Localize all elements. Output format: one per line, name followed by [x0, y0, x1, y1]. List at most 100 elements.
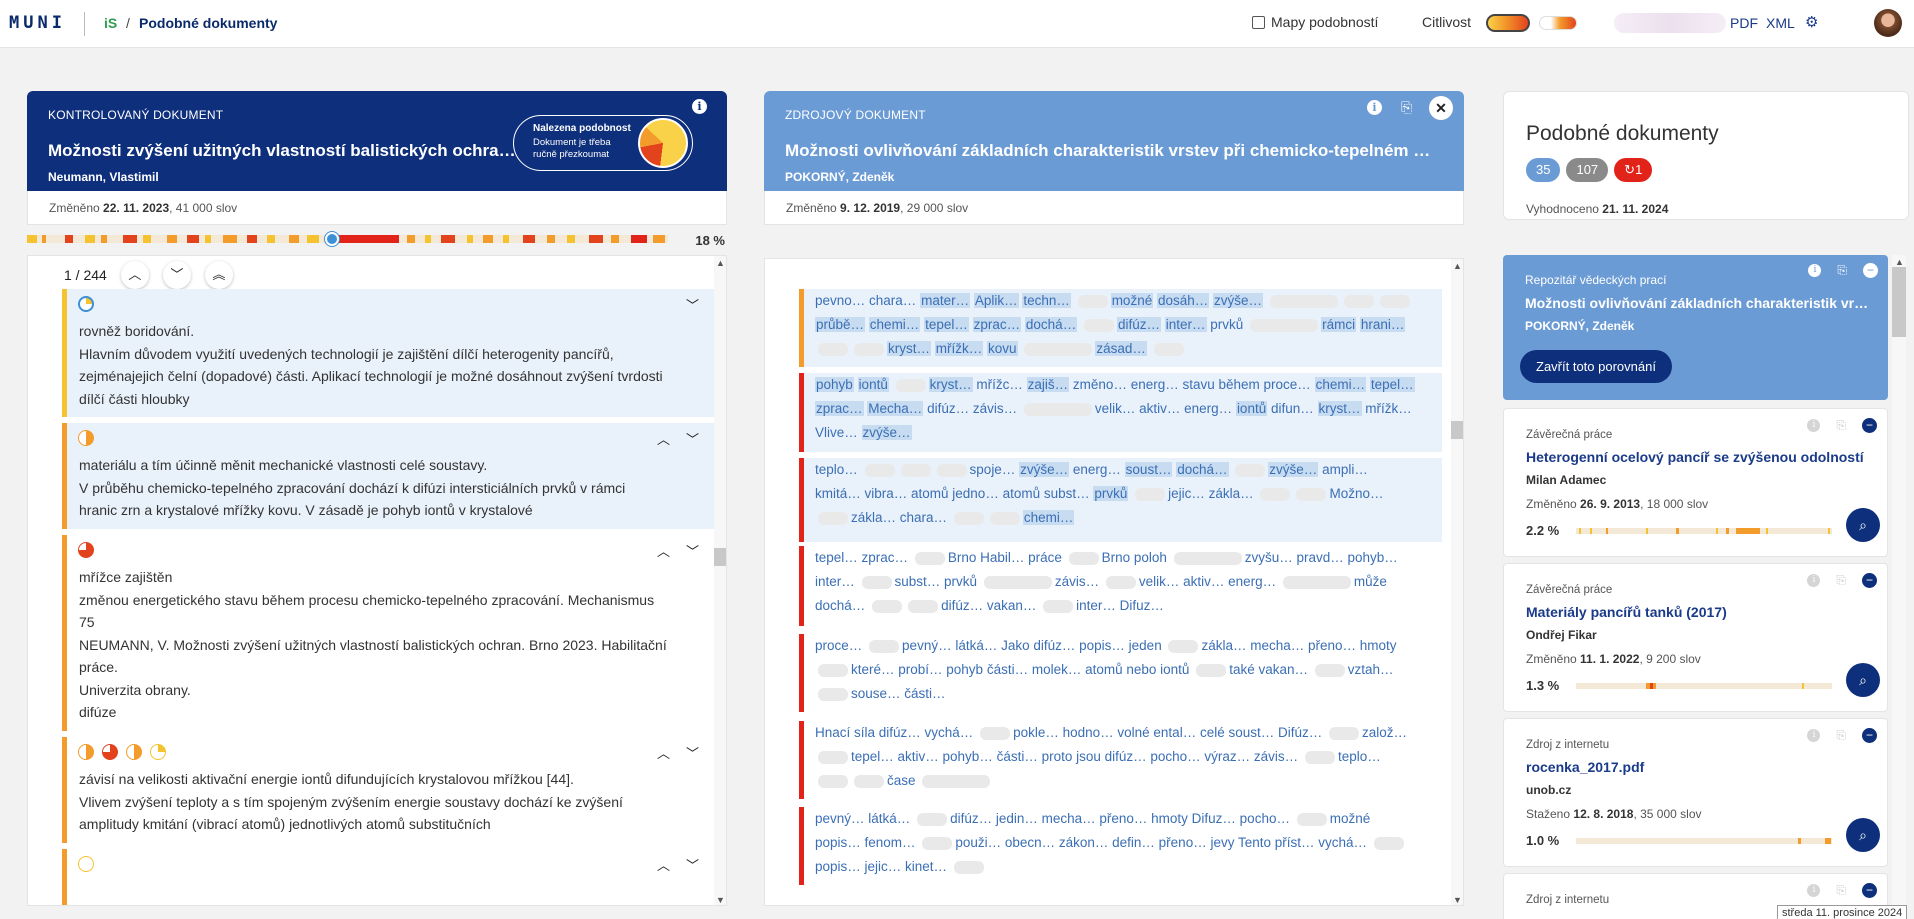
document-compare-icon[interactable]: ⎘ [1401, 99, 1412, 116]
checkbox-icon[interactable] [1252, 15, 1265, 29]
avatar[interactable] [1874, 9, 1902, 37]
chevron-up-icon[interactable]: ︿ [657, 541, 670, 564]
scroll-up-icon[interactable]: ▲ [716, 258, 725, 268]
search-icon[interactable]: ⌕ [1846, 818, 1880, 852]
chevron-up-icon[interactable]: ︿ [657, 743, 670, 766]
minus-icon[interactable]: − [1862, 883, 1877, 898]
count-badge-blue[interactable]: 35 [1526, 158, 1561, 182]
scroll-thumb[interactable] [714, 548, 726, 566]
sensitivity-low-toggle[interactable] [1539, 16, 1577, 30]
document-compare-icon[interactable]: ⎘ [1836, 883, 1846, 898]
similar-document-card[interactable]: Závěrečná práce Heterogenní ocelový panc… [1503, 408, 1888, 557]
matched-segment[interactable]: ︿ ﹀ závisí na velikosti aktivační energie… [62, 737, 715, 843]
repository-title[interactable]: Možnosti ovlivňování základních charakte… [1525, 295, 1870, 311]
is-logo[interactable]: iS [104, 15, 117, 31]
checked-document-content[interactable]: 1 / 244 ︿ ﹀ ︽ ﹀ rovněž boridování. Hlavn… [27, 255, 727, 906]
source-word: Brno poloh [1101, 550, 1167, 565]
matched-segment[interactable]: ︿ ﹀ mřížce zajištěn změnou energetického … [62, 535, 715, 731]
document-title-link[interactable]: rocenka_2017.pdf [1526, 759, 1871, 775]
close-icon[interactable]: ✕ [1429, 96, 1453, 120]
similarity-level-icon[interactable] [78, 430, 94, 446]
matched-segment[interactable]: ︿ ﹀ materiálu a tím účinně měnit mechanic… [62, 423, 715, 529]
info-icon[interactable]: i [1808, 264, 1822, 277]
similarity-level-icon[interactable] [78, 856, 94, 872]
document-compare-icon[interactable]: ⎘ [1836, 573, 1846, 588]
info-icon[interactable]: i [1807, 419, 1821, 432]
scroll-down-icon[interactable]: ▼ [1453, 895, 1462, 905]
matched-word: dosáh… [1156, 293, 1210, 308]
chevron-down-icon[interactable]: ﹀ [686, 855, 699, 878]
search-icon[interactable]: ⌕ [1846, 508, 1880, 542]
top-bar: MUNI iS / Podobné dokumenty Mapy podobno… [0, 0, 1914, 48]
position-knob[interactable] [325, 232, 339, 246]
similarity-heat-strip[interactable] [27, 235, 668, 243]
info-icon[interactable]: i [692, 99, 707, 114]
source-document-content[interactable]: pevno… chara… mater… Aplik… techn… možné… [764, 258, 1464, 906]
scrollbar[interactable]: ▲ ▼ [714, 256, 726, 905]
chevron-up-icon[interactable]: ︿ [657, 429, 670, 452]
source-segment[interactable]: tepel… zprac… Brno Habil… práce Brno pol… [799, 546, 1442, 626]
document-compare-icon[interactable]: ⎘ [1837, 263, 1847, 278]
scroll-thumb[interactable] [1451, 421, 1463, 439]
double-chevron-up-icon[interactable]: ︽ [204, 261, 233, 289]
muni-logo[interactable]: MUNI [9, 13, 66, 33]
document-similarity-strip[interactable]: 18 % [27, 232, 727, 248]
info-icon[interactable]: i [1807, 574, 1821, 587]
document-compare-icon[interactable]: ⎘ [1836, 418, 1846, 433]
pdf-export-link[interactable]: PDF [1730, 15, 1758, 31]
info-icon[interactable]: i [1367, 100, 1382, 115]
source-word: jejic… zákla… [1168, 486, 1254, 501]
document-compare-icon[interactable]: ⎘ [1836, 728, 1846, 743]
matched-segment[interactable]: ﹀ rovněž boridování. Hlavním důvodem vyu… [62, 289, 715, 417]
xml-export-link[interactable]: XML [1766, 15, 1795, 31]
minus-icon[interactable]: − [1862, 728, 1877, 743]
similarity-level-icon[interactable] [102, 744, 118, 760]
gear-icon[interactable]: ⚙ [1805, 13, 1818, 31]
chevron-down-icon[interactable]: ﹀ [686, 429, 699, 452]
source-segment[interactable]: pevný… látká… difúz… jedin… mecha… přeno… [799, 807, 1442, 885]
similarity-level-icon[interactable] [78, 296, 94, 312]
similar-documents-list[interactable]: Repozitář vědeckých prací Možnosti ovliv… [1503, 255, 1909, 919]
info-icon[interactable]: i [1807, 729, 1821, 742]
similar-document-card[interactable]: Zdroj z internetu rocenka_2017.pdf unob.… [1503, 718, 1888, 867]
sensitivity-high-toggle[interactable] [1486, 14, 1530, 32]
info-icon[interactable]: i [1807, 884, 1821, 897]
similarity-maps-toggle[interactable]: Mapy podobností [1252, 14, 1378, 30]
scroll-up-icon[interactable]: ▲ [1895, 257, 1904, 267]
count-badge-red[interactable]: ↻1 [1614, 158, 1653, 182]
chevron-down-icon[interactable]: ﹀ [686, 295, 699, 318]
matched-segment[interactable]: ︿ ﹀ [62, 849, 715, 905]
minus-icon[interactable]: − [1863, 263, 1878, 278]
search-icon[interactable]: ⌕ [1846, 663, 1880, 697]
document-title-link[interactable]: Materiály pancířů tanků (2017) [1526, 604, 1871, 620]
active-comparison-card[interactable]: Repozitář vědeckých prací Možnosti ovliv… [1503, 255, 1888, 400]
chevron-down-icon[interactable]: ﹀ [686, 541, 699, 564]
chevron-up-icon[interactable]: ︿ [120, 261, 149, 289]
source-segment[interactable]: teplo… spoje… zvýše… energ… soust… dochá… [799, 458, 1442, 542]
source-segment[interactable]: Hnací síla difúz… vychá… pokle… hodno… v… [799, 721, 1442, 799]
close-comparison-button[interactable]: Zavřít toto porovnání [1520, 350, 1672, 383]
source-segment[interactable]: pohyb iontů kryst… mřížc… zajiš… změno… … [799, 373, 1442, 452]
chevron-down-icon[interactable]: ﹀ [686, 743, 699, 766]
similarity-level-icon[interactable] [126, 744, 142, 760]
chevron-down-icon[interactable]: ﹀ [162, 261, 191, 289]
similar-document-card[interactable]: Závěrečná práce Materiály pancířů tanků … [1503, 563, 1888, 712]
scrollbar[interactable]: ▲ ▼ [1451, 259, 1463, 905]
source-word: difúz… vakan… [941, 598, 1037, 613]
similarity-found-badge[interactable]: Nalezena podobnost Dokument je třeba ruč… [513, 115, 693, 171]
source-segment[interactable]: proce… pevný… látká… Jako difúz… popis… … [799, 634, 1442, 712]
similarity-level-icon[interactable] [78, 744, 94, 760]
scroll-thumb[interactable] [1892, 267, 1906, 337]
minus-icon[interactable]: − [1862, 573, 1877, 588]
document-title-link[interactable]: Heterogenní ocelový pancíř se zvýšenou o… [1526, 449, 1871, 465]
similarity-level-icon[interactable] [150, 744, 166, 760]
scroll-up-icon[interactable]: ▲ [1453, 261, 1462, 271]
scroll-down-icon[interactable]: ▼ [716, 895, 725, 905]
minus-icon[interactable]: − [1862, 418, 1877, 433]
breadcrumb-current[interactable]: Podobné dokumenty [139, 15, 277, 31]
scrollbar[interactable]: ▲ [1892, 255, 1906, 919]
chevron-up-icon[interactable]: ︿ [657, 855, 670, 878]
similarity-level-icon[interactable] [78, 542, 94, 558]
count-badge-gray[interactable]: 107 [1566, 158, 1609, 182]
source-segment[interactable]: pevno… chara… mater… Aplik… techn… možné… [799, 289, 1442, 367]
